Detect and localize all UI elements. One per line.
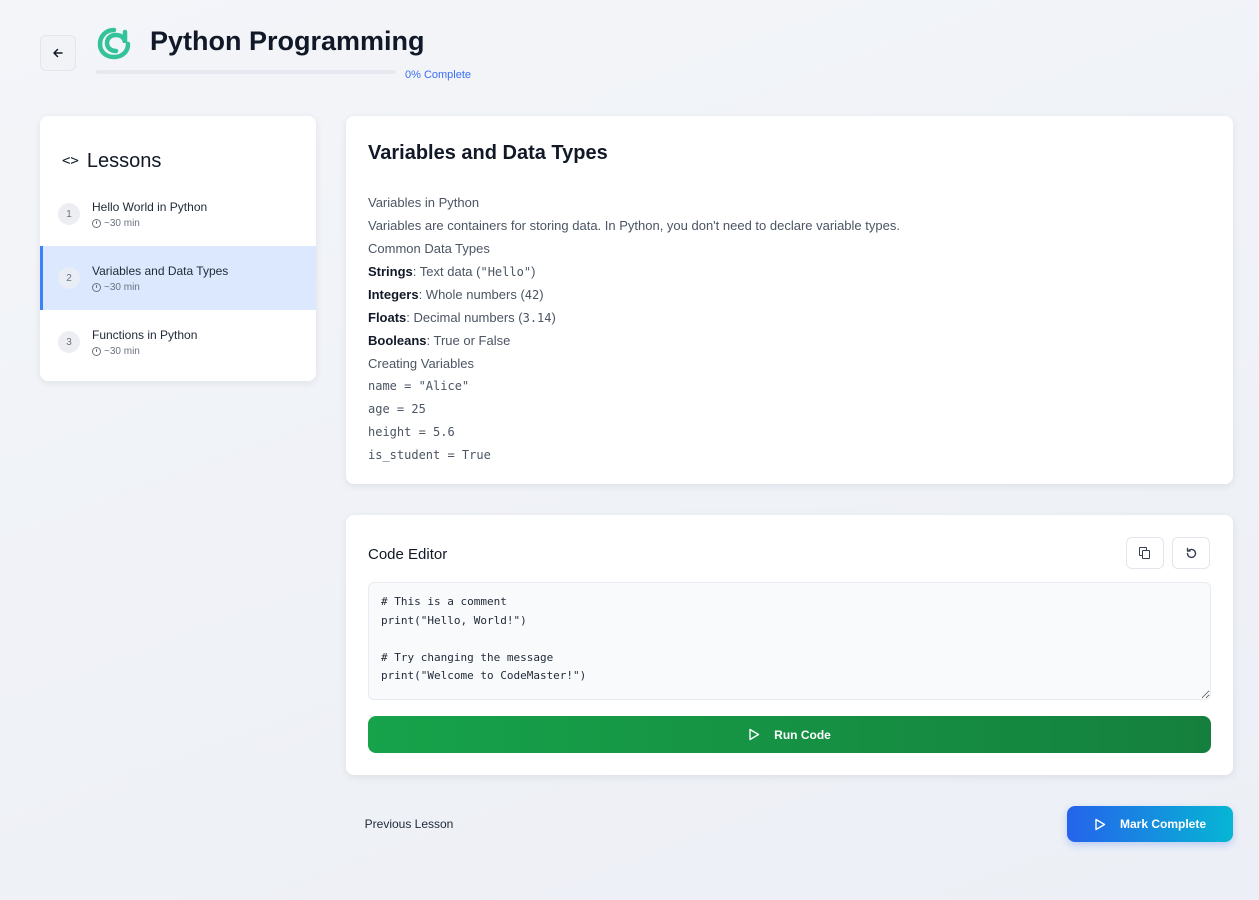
copy-icon xyxy=(1139,547,1151,559)
clock-icon xyxy=(92,218,101,228)
type-desc-end: ) xyxy=(551,310,556,325)
code-editor-card: Code Editor # This is a comment print("H… xyxy=(346,515,1233,775)
arrow-left-icon xyxy=(53,48,63,58)
lesson-title-heading: Variables and Data Types xyxy=(368,142,608,164)
app-logo xyxy=(97,27,131,60)
reset-button[interactable] xyxy=(1172,537,1210,569)
lessons-panel: <> Lessons 1 Hello World in Python ~30 m… xyxy=(40,116,316,381)
section-heading: Common Data Types xyxy=(368,241,490,256)
section-heading: Variables in Python xyxy=(368,195,480,210)
type-name: Floats xyxy=(368,310,407,325)
lessons-header: <> Lessons xyxy=(40,116,316,182)
type-example: "Hello" xyxy=(480,265,532,279)
lesson-item-3[interactable]: 3 Functions in Python ~30 min xyxy=(40,310,316,374)
lesson-duration: ~30 min xyxy=(104,281,140,293)
run-code-button[interactable]: Run Code xyxy=(368,716,1211,753)
type-example: 3.14 xyxy=(522,311,552,325)
run-code-label: Run Code xyxy=(774,727,831,742)
lesson-item-1[interactable]: 1 Hello World in Python ~30 min xyxy=(40,182,316,246)
type-desc: : Whole numbers ( xyxy=(418,287,525,302)
back-button[interactable] xyxy=(40,35,76,71)
course-title: Python Programming xyxy=(150,26,425,56)
previous-lesson-button[interactable]: Previous Lesson xyxy=(350,808,468,840)
section-heading: Creating Variables xyxy=(368,356,474,371)
type-desc-end: ) xyxy=(539,287,544,302)
clock-icon xyxy=(92,346,101,356)
data-type-item: Integers: Whole numbers (42) xyxy=(368,283,1211,306)
mark-complete-button[interactable]: Mark Complete xyxy=(1067,806,1233,842)
lesson-number: 3 xyxy=(58,331,80,353)
code-example-line: height = 5.6 xyxy=(368,425,455,439)
progress-label: 0% Complete xyxy=(405,69,472,81)
data-type-item: Booleans: True or False xyxy=(368,329,1211,352)
code-example-line: age = 25 xyxy=(368,402,426,416)
lesson-number: 1 xyxy=(58,203,80,225)
type-desc: : True or False xyxy=(426,333,511,348)
lesson-duration: ~30 min xyxy=(104,217,140,229)
type-desc: : Decimal numbers ( xyxy=(406,310,523,325)
lesson-content-card: Variables and Data Types Variables in Py… xyxy=(346,116,1233,484)
intro-text: Variables are containers for storing dat… xyxy=(368,218,900,233)
lessons-title: Lessons xyxy=(86,149,162,172)
lesson-number: 2 xyxy=(58,267,80,289)
type-example: 42 xyxy=(524,288,540,302)
progress-bar xyxy=(96,70,396,74)
type-name: Integers xyxy=(368,287,419,302)
type-name: Strings xyxy=(368,264,413,279)
code-icon: <> xyxy=(62,153,79,169)
type-desc-end: ) xyxy=(531,264,536,279)
lesson-item-2[interactable]: 2 Variables and Data Types ~30 min xyxy=(40,246,316,310)
code-example-line: is_student = True xyxy=(368,448,491,462)
data-type-item: Strings: Text data ("Hello") xyxy=(368,260,1211,283)
lesson-title: Variables and Data Types xyxy=(92,263,229,278)
lesson-title: Functions in Python xyxy=(92,327,198,342)
lesson-title: Hello World in Python xyxy=(92,199,208,214)
type-desc: : Text data ( xyxy=(412,264,481,279)
play-icon xyxy=(749,728,760,741)
editor-title: Code Editor xyxy=(368,546,448,563)
play-icon xyxy=(1095,818,1106,830)
code-editor-input[interactable]: # This is a comment print("Hello, World!… xyxy=(368,582,1211,700)
reset-icon xyxy=(1186,547,1196,558)
data-type-item: Floats: Decimal numbers (3.14) xyxy=(368,306,1211,329)
copy-button[interactable] xyxy=(1126,537,1164,569)
lesson-duration: ~30 min xyxy=(104,345,140,357)
clock-icon xyxy=(92,282,101,292)
type-name: Booleans xyxy=(368,333,427,348)
mark-complete-label: Mark Complete xyxy=(1119,817,1207,831)
code-example-line: name = "Alice" xyxy=(368,379,470,393)
